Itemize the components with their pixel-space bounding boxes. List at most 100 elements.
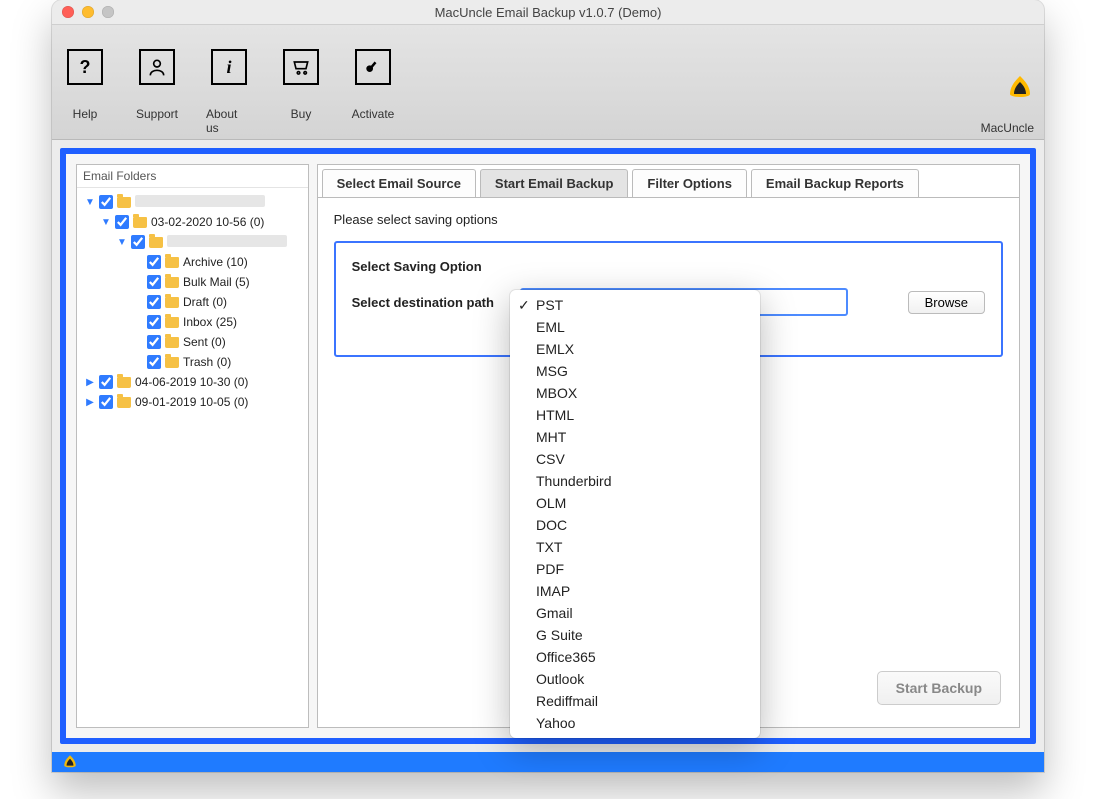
tree-node[interactable]: Draft (0) <box>79 292 306 312</box>
tree-checkbox[interactable] <box>99 195 113 209</box>
folder-icon <box>117 397 131 408</box>
disclosure-open-icon[interactable]: ▼ <box>101 217 111 228</box>
dropdown-option[interactable]: Rediffmail <box>510 690 760 712</box>
dropdown-option[interactable]: IMAP <box>510 580 760 602</box>
dropdown-option[interactable]: Outlook <box>510 668 760 690</box>
dropdown-option[interactable]: Thunderbird <box>510 470 760 492</box>
dropdown-option[interactable]: Gmail <box>510 602 760 624</box>
tab-select-email-source[interactable]: Select Email Source <box>322 169 476 197</box>
dropdown-option[interactable]: OLM <box>510 492 760 514</box>
folder-tree: ▼ ▼ 03-02-2020 10-56 (0) ▼ Archive (10) Bulk … <box>77 188 308 416</box>
folder-icon <box>165 337 179 348</box>
tree-label: Archive (10) <box>183 255 248 269</box>
titlebar: MacUncle Email Backup v1.0.7 (Demo) <box>52 0 1044 25</box>
dropdown-option[interactable]: EMLX <box>510 338 760 360</box>
sidebar-header: Email Folders <box>77 165 308 188</box>
folder-icon <box>165 277 179 288</box>
tree-checkbox[interactable] <box>131 235 145 249</box>
tree-checkbox[interactable] <box>99 395 113 409</box>
dropdown-option[interactable]: Yahoo <box>510 712 760 734</box>
buy-button[interactable]: Buy <box>278 49 324 135</box>
disclosure-open-icon[interactable]: ▼ <box>117 237 127 248</box>
dropdown-option[interactable]: TXT <box>510 536 760 558</box>
toolbar-label: About us <box>206 107 252 135</box>
saving-option-dropdown[interactable]: PSTEMLEMLXMSGMBOXHTMLMHTCSVThunderbirdOL… <box>510 290 760 738</box>
disclosure-closed-icon[interactable]: ▶ <box>85 397 95 408</box>
statusbar-logo-icon <box>62 754 78 771</box>
key-icon <box>355 49 391 85</box>
support-button[interactable]: Support <box>134 49 180 135</box>
window-controls <box>62 6 114 18</box>
tree-node[interactable]: ▼ <box>79 232 306 252</box>
tree-node[interactable]: Trash (0) <box>79 352 306 372</box>
tree-label <box>167 235 287 250</box>
activate-button[interactable]: Activate <box>350 49 396 135</box>
minimize-icon[interactable] <box>82 6 94 18</box>
folder-icon <box>133 217 147 228</box>
zoom-icon[interactable] <box>102 6 114 18</box>
dropdown-option[interactable]: G Suite <box>510 624 760 646</box>
tree-label: 09-01-2019 10-05 (0) <box>135 395 248 409</box>
tree-label: Draft (0) <box>183 295 227 309</box>
tab-start-email-backup[interactable]: Start Email Backup <box>480 169 629 197</box>
dropdown-option[interactable]: DOC <box>510 514 760 536</box>
help-button[interactable]: ? Help <box>62 49 108 135</box>
dropdown-option[interactable]: CSV <box>510 448 760 470</box>
dropdown-option[interactable]: PST <box>510 294 760 316</box>
tree-node[interactable]: ▶ 09-01-2019 10-05 (0) <box>79 392 306 412</box>
tree-node[interactable]: ▼ 03-02-2020 10-56 (0) <box>79 212 306 232</box>
dropdown-option[interactable]: MHT <box>510 426 760 448</box>
dropdown-option[interactable]: PDF <box>510 558 760 580</box>
toolbar-label: Buy <box>291 107 312 121</box>
tree-node[interactable]: Sent (0) <box>79 332 306 352</box>
folder-icon <box>165 357 179 368</box>
instruction-text: Please select saving options <box>334 212 1003 227</box>
close-icon[interactable] <box>62 6 74 18</box>
toolbar: ? Help Support i About us <box>52 25 1044 140</box>
tab-filter-options[interactable]: Filter Options <box>632 169 747 197</box>
tree-node[interactable]: Inbox (25) <box>79 312 306 332</box>
tree-checkbox[interactable] <box>147 255 161 269</box>
tree-checkbox[interactable] <box>147 315 161 329</box>
folder-icon <box>165 317 179 328</box>
about-button[interactable]: i About us <box>206 49 252 135</box>
tree-node[interactable]: Archive (10) <box>79 252 306 272</box>
tree-label: 04-06-2019 10-30 (0) <box>135 375 248 389</box>
tree-label: Sent (0) <box>183 335 226 349</box>
tree-checkbox[interactable] <box>147 335 161 349</box>
tree-checkbox[interactable] <box>147 295 161 309</box>
sidebar: Email Folders ▼ ▼ 03-02-2020 10-56 (0) ▼ Arc… <box>76 164 309 728</box>
brand-logo-icon <box>1006 74 1034 105</box>
start-backup-button[interactable]: Start Backup <box>877 671 1001 705</box>
folder-icon <box>165 257 179 268</box>
tree-label: Inbox (25) <box>183 315 237 329</box>
toolbar-label: Help <box>73 107 98 121</box>
cart-icon <box>283 49 319 85</box>
tab-email-backup-reports[interactable]: Email Backup Reports <box>751 169 919 197</box>
info-icon: i <box>211 49 247 85</box>
tree-checkbox[interactable] <box>99 375 113 389</box>
tree-node[interactable]: Bulk Mail (5) <box>79 272 306 292</box>
tree-label <box>135 195 265 210</box>
tree-checkbox[interactable] <box>147 355 161 369</box>
folder-icon <box>117 197 131 208</box>
disclosure-closed-icon[interactable]: ▶ <box>85 377 95 388</box>
disclosure-open-icon[interactable]: ▼ <box>85 197 95 208</box>
dropdown-option[interactable]: MBOX <box>510 382 760 404</box>
dropdown-option[interactable]: HTML <box>510 404 760 426</box>
toolbar-label: Support <box>136 107 178 121</box>
tree-label: Trash (0) <box>183 355 231 369</box>
question-icon: ? <box>67 49 103 85</box>
browse-button[interactable]: Browse <box>908 291 985 314</box>
tree-node[interactable]: ▶ 04-06-2019 10-30 (0) <box>79 372 306 392</box>
tree-node[interactable]: ▼ <box>79 192 306 212</box>
toolbar-label: Activate <box>352 107 395 121</box>
tree-label: Bulk Mail (5) <box>183 275 250 289</box>
dropdown-option[interactable]: Office365 <box>510 646 760 668</box>
tree-checkbox[interactable] <box>115 215 129 229</box>
dropdown-option[interactable]: EML <box>510 316 760 338</box>
tree-label: 03-02-2020 10-56 (0) <box>151 215 264 229</box>
dropdown-option[interactable]: MSG <box>510 360 760 382</box>
window-title: MacUncle Email Backup v1.0.7 (Demo) <box>435 5 662 20</box>
tree-checkbox[interactable] <box>147 275 161 289</box>
